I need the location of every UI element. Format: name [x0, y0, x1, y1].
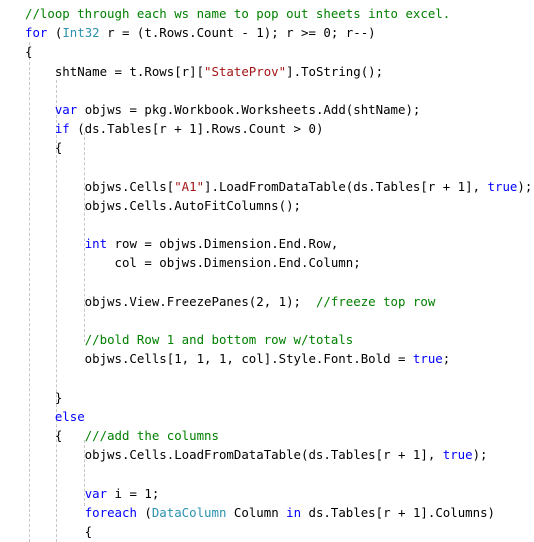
code-line[interactable]: var i = 1;: [0, 484, 534, 503]
code-token-cmt: //bold Row 1 and bottom row w/totals: [84, 332, 354, 348]
code-token-txt: objws.Cells[1, 1, 1, col].Style.Font.Bol…: [25, 351, 413, 367]
code-token-txt: ds.Tables[r + 1].Columns): [301, 504, 496, 520]
code-line[interactable]: [0, 465, 534, 484]
code-token-kw: foreach: [84, 504, 137, 520]
code-line[interactable]: {: [0, 138, 534, 157]
code-line[interactable]: [0, 81, 534, 100]
code-token-txt: Column: [226, 504, 287, 520]
code-line[interactable]: shtName = t.Rows[r]["StateProv"].ToStrin…: [0, 62, 534, 81]
code-line[interactable]: objws.View.FreezePanes(2, 1); //freeze t…: [0, 292, 534, 311]
code-token-txt: shtName = t.Rows[r][: [25, 63, 205, 79]
code-line[interactable]: col = objws.Dimension.End.Column;: [0, 253, 534, 272]
code-token-str: "StateProv": [204, 63, 287, 79]
code-line[interactable]: {: [0, 42, 534, 61]
code-line[interactable]: //loop through each ws name to pop out s…: [0, 4, 534, 23]
code-token-cmt: ///add the columns: [84, 428, 219, 444]
code-line[interactable]: foreach (DataColumn Column in ds.Tables[…: [0, 503, 534, 522]
code-token-kw: true: [442, 447, 473, 463]
code-line[interactable]: else: [0, 407, 534, 426]
code-token-kw: for: [25, 25, 48, 41]
code-token-txt: objws.Cells.LoadFromDataTable(ds.Tables[…: [25, 447, 443, 463]
code-token-kw: int: [84, 236, 108, 252]
code-token-txt: i = 1;: [107, 485, 160, 501]
code-token-txt: (: [47, 25, 63, 41]
code-token-kw: true: [487, 178, 518, 194]
code-token-kw: else: [54, 408, 85, 424]
code-token-txt: objws.View.FreezePanes(2, 1);: [25, 293, 316, 309]
code-token-txt: );: [472, 447, 488, 463]
code-text-area[interactable]: //loop through each ws name to pop out s…: [0, 0, 534, 542]
code-token-txt: ;: [442, 351, 451, 367]
code-token-txt: col = objws.Dimension.End.Column;: [25, 255, 361, 271]
code-editor[interactable]: //loop through each ws name to pop out s…: [0, 0, 534, 542]
code-line[interactable]: //bold Row 1 and bottom row w/totals: [0, 330, 534, 349]
code-token-txt: (: [136, 504, 152, 520]
code-line[interactable]: objws.Cells[1, 1, 1, col].Style.Font.Bol…: [0, 349, 534, 368]
code-token-txt: {: [25, 524, 93, 540]
code-token-txt: ].LoadFromDataTable(ds.Tables[r + 1],: [204, 178, 488, 194]
code-token-kw: var: [84, 485, 108, 501]
code-token-kw: true: [412, 351, 443, 367]
code-token-txt: objws.Cells.AutoFitColumns();: [25, 197, 302, 213]
code-token-txt: {: [25, 140, 63, 156]
code-token-txt: row = objws.Dimension.End.Row,: [107, 236, 339, 252]
code-token-kw: in: [286, 504, 302, 520]
code-token-txt: r = (t.Rows.Count - 1); r >= 0; r--): [99, 25, 376, 41]
code-token-txt: {: [25, 428, 85, 444]
code-line[interactable]: [0, 369, 534, 388]
code-token-str: "A1": [174, 178, 205, 194]
code-line[interactable]: int row = objws.Dimension.End.Row,: [0, 234, 534, 253]
code-token-txt: );: [517, 178, 533, 194]
code-token-txt: (ds.Tables[r + 1].Rows.Count > 0): [69, 121, 324, 137]
code-line[interactable]: objws.Cells["A1"].LoadFromDataTable(ds.T…: [0, 177, 534, 196]
code-line[interactable]: [0, 158, 534, 177]
code-token-txt: }: [25, 389, 63, 405]
code-line[interactable]: var objws = pkg.Workbook.Worksheets.Add(…: [0, 100, 534, 119]
code-line[interactable]: [0, 311, 534, 330]
code-token-txt: objws = pkg.Workbook.Worksheets.Add(shtN…: [77, 101, 421, 117]
code-token-kw: var: [54, 101, 78, 117]
code-token-txt: {: [25, 44, 33, 60]
code-token-txt: objws.Cells[: [25, 178, 175, 194]
code-line[interactable]: { ///add the columns: [0, 426, 534, 445]
code-token-cmt: //loop through each ws name to pop out s…: [25, 6, 451, 21]
code-line[interactable]: [0, 215, 534, 234]
code-token-type: Int32: [62, 25, 100, 41]
code-token-type: DataColumn: [151, 504, 227, 520]
code-line[interactable]: if (ds.Tables[r + 1].Rows.Count > 0): [0, 119, 534, 138]
code-token-txt: ].ToString();: [286, 63, 384, 79]
code-line[interactable]: for (Int32 r = (t.Rows.Count - 1); r >= …: [0, 23, 534, 42]
code-token-kw: if: [54, 121, 70, 137]
code-line[interactable]: objws.Cells.AutoFitColumns();: [0, 196, 534, 215]
code-line[interactable]: {: [0, 522, 534, 541]
code-line[interactable]: }: [0, 388, 534, 407]
code-token-cmt: //freeze top row: [315, 293, 436, 309]
code-line[interactable]: [0, 273, 534, 292]
code-line[interactable]: objws.Cells.LoadFromDataTable(ds.Tables[…: [0, 445, 534, 464]
